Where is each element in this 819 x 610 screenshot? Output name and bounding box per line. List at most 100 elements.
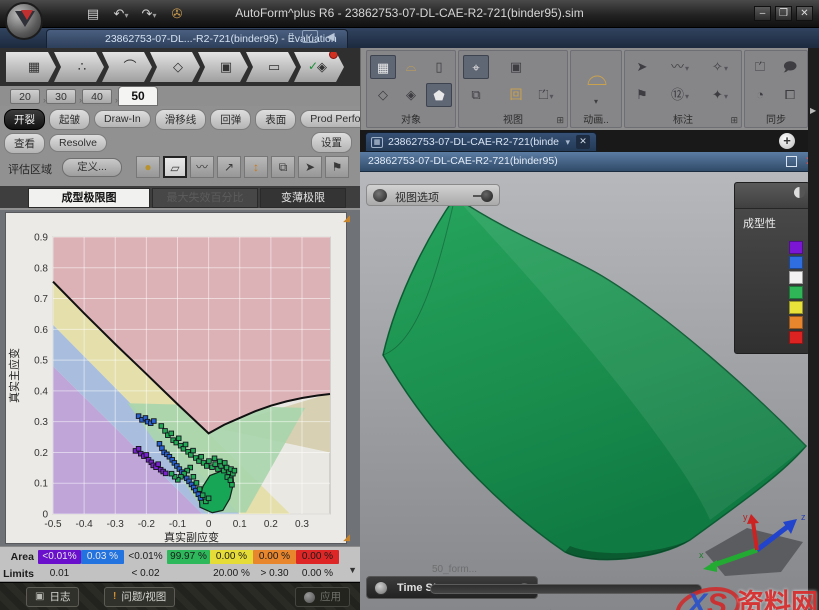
part-result-icon[interactable]: ⬟: [426, 83, 452, 107]
process-step-tab-20[interactable]: 20›: [10, 89, 40, 104]
result-button-开裂[interactable]: 开裂: [4, 109, 45, 130]
formability-swatch[interactable]: [789, 256, 803, 269]
viewport-tab-dropdown-icon[interactable]: ▾: [565, 133, 570, 152]
resize-grip-icon[interactable]: ◢: [343, 532, 350, 543]
result-part-icon[interactable]: ◈✓: [294, 52, 344, 82]
resize-grip-icon[interactable]: ◢: [343, 213, 350, 224]
compare-icon[interactable]: ⧉: [271, 156, 295, 178]
cursor-pick-icon[interactable]: ➤: [629, 55, 655, 79]
time-step-slider[interactable]: [430, 584, 702, 594]
warning-icon: !: [113, 588, 116, 606]
svg-text:z: z: [801, 512, 806, 522]
viewport-3d[interactable]: 视图选项 成型性 x z y: [360, 172, 819, 610]
result-button-Resolve[interactable]: Resolve: [49, 134, 107, 152]
process-step-tab-40[interactable]: 40›: [82, 89, 112, 104]
value-123-icon[interactable]: ⑫▾: [667, 83, 693, 107]
settings-button[interactable]: 设置: [311, 132, 352, 153]
section-icon[interactable]: ⧉: [463, 83, 489, 107]
legend-area-cell: 0.00 %: [296, 550, 339, 564]
legend-scroll-down-icon[interactable]: ▼: [348, 565, 357, 575]
apply-button[interactable]: 应用: [295, 587, 350, 607]
monitor-1101-icon[interactable]: ▭: [246, 52, 296, 82]
x-tick-label: 0.1: [233, 519, 247, 530]
fld-plot-icon[interactable]: ▱: [163, 156, 187, 178]
clip-box-icon[interactable]: ▣: [503, 55, 529, 79]
record-camera-icon[interactable]: ⏍: [747, 55, 773, 79]
viewport-tab-close-icon[interactable]: ✕: [576, 135, 590, 149]
animation-icon[interactable]: ⌓: [575, 57, 619, 97]
formability-swatch[interactable]: [789, 301, 803, 314]
tasks-checklist-icon[interactable]: ✓: [302, 30, 318, 43]
measure-icon[interactable]: ↕: [244, 156, 268, 178]
close-button[interactable]: ✕: [796, 6, 813, 21]
viewport-restore-icon[interactable]: [786, 156, 797, 167]
die-tool-icon[interactable]: ▦: [370, 55, 396, 79]
blank-tilted-icon[interactable]: ◈: [398, 83, 424, 107]
process-step-tab-50[interactable]: 50: [118, 86, 158, 106]
result-button-起皱[interactable]: 起皱: [49, 109, 90, 130]
result-button-回弹[interactable]: 回弹: [210, 109, 251, 130]
viewport-tab[interactable]: ▦ 23862753-07-DL-CAE-R2-721(binde ▾ ✕: [365, 132, 597, 152]
die-icon[interactable]: ▦: [6, 52, 56, 82]
blank-flat-icon[interactable]: ◇: [370, 83, 396, 107]
view-grid-icon[interactable]: ⊞: [556, 115, 564, 126]
log-button[interactable]: ▣ 日志: [26, 587, 79, 607]
blank-dots-icon[interactable]: ∴: [54, 52, 104, 82]
binder-icon[interactable]: ⌓: [398, 55, 424, 79]
minimize-button[interactable]: –: [754, 6, 771, 21]
lasso-values-icon[interactable]: ✦▾: [707, 83, 733, 107]
label-flag-icon[interactable]: ⚑: [629, 83, 655, 107]
add-viewport-button[interactable]: +: [779, 133, 795, 149]
label-callout-icon[interactable]: 🗩: [777, 55, 803, 79]
sheet-vertical-icon[interactable]: ▯: [426, 55, 452, 79]
y-tick-label: 0.3: [34, 417, 48, 428]
tab-forming-limit-diagram[interactable]: 成型极限图: [28, 188, 150, 208]
autoform-logo-icon[interactable]: [5, 2, 43, 40]
fld-svg: -0.5-0.4-0.3-0.2-0.100.10.20.300.10.20.3…: [6, 213, 346, 543]
collapse-panel-icon[interactable]: ◀: [326, 30, 334, 43]
animation-dropdown-icon[interactable]: ▾: [585, 97, 607, 109]
x-tick-label: -0.4: [76, 519, 94, 530]
result-button-表面[interactable]: 表面: [255, 109, 296, 130]
axes-icon[interactable]: ⌖: [463, 55, 489, 79]
camera-view-icon[interactable]: ⏍▾: [533, 83, 559, 107]
safe-points: [212, 456, 217, 461]
formability-swatch[interactable]: [789, 286, 803, 299]
define-button[interactable]: 定义...: [62, 158, 122, 177]
view-options-bar[interactable]: 视图选项: [366, 184, 500, 206]
tab-max-failure[interactable]: 最大失效百分比: [152, 188, 258, 208]
result-button-查看[interactable]: 查看: [4, 133, 45, 154]
pointer-icon[interactable]: ➤: [298, 156, 322, 178]
result-button-Draw-In[interactable]: Draw-In: [94, 110, 151, 128]
view-options-toggle[interactable]: [481, 190, 493, 202]
press-icon[interactable]: ▣: [198, 52, 248, 82]
fld-chart[interactable]: -0.5-0.4-0.3-0.2-0.100.10.20.300.10.20.3…: [5, 212, 347, 544]
form-icon[interactable]: ⌒: [102, 52, 152, 82]
lasso-star-icon[interactable]: ✧▾: [707, 55, 733, 79]
clock-icon[interactable]: ◔: [747, 83, 773, 107]
legend-collapse-icon[interactable]: [794, 187, 805, 198]
section-line-icon[interactable]: 〰▾: [667, 55, 693, 79]
maximize-button[interactable]: ❐: [775, 6, 792, 21]
safe-points: [159, 424, 164, 429]
sheet-sync-icon[interactable]: ⧠: [777, 83, 803, 107]
process-step-tab-30[interactable]: 30›: [46, 89, 76, 104]
zoom-box-icon[interactable]: 回: [503, 83, 529, 107]
formability-swatch[interactable]: [789, 271, 803, 284]
result-button-滑移线[interactable]: 滑移线: [155, 109, 207, 130]
flag-icon[interactable]: ⚑: [325, 156, 349, 178]
legend-area-cell: 0.00 %: [210, 550, 253, 564]
tab-thinning-limit[interactable]: 变薄极限: [260, 188, 346, 208]
sphere-icon[interactable]: ●: [136, 156, 160, 178]
issues-button[interactable]: ! 问题/视图: [104, 587, 175, 607]
formability-swatch[interactable]: [789, 316, 803, 329]
sheet-icon[interactable]: ◇: [150, 52, 200, 82]
export-icon[interactable]: ↗: [217, 156, 241, 178]
process-step-tabs: 20› 30› 40› 50: [0, 86, 360, 106]
surface-icon[interactable]: 〰: [190, 156, 214, 178]
formability-swatch[interactable]: [789, 241, 803, 254]
pin-slider-icon[interactable]: ▯: [288, 30, 294, 43]
annotation-grid-icon[interactable]: ⊞: [730, 115, 738, 126]
viewport-title: 23862753-07-DL-CAE-R2-721(binder95): [368, 155, 558, 167]
formability-swatch[interactable]: [789, 331, 803, 344]
